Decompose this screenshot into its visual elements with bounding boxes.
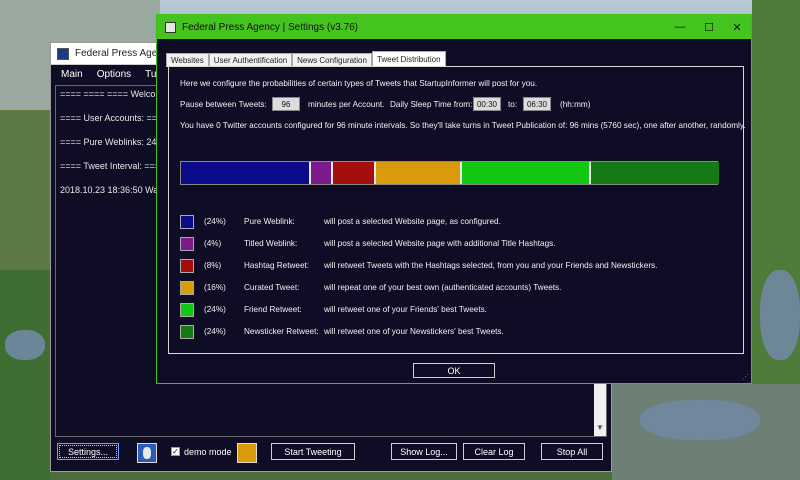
legend-percent: (8%) — [204, 261, 222, 270]
settings-window: Federal Press Agency | Settings (v3.76) … — [156, 14, 752, 384]
pause-unit: minutes per Account. — [308, 100, 385, 109]
stop-all-button[interactable]: Stop All — [541, 443, 603, 460]
sleep-to-label: to: — [508, 100, 518, 109]
status-color-indicator — [237, 443, 257, 463]
demo-mode-checkbox[interactable]: ✓ — [171, 447, 180, 456]
field-patch — [0, 270, 50, 480]
legend-description: will post a selected Website page with a… — [324, 239, 556, 248]
settings-window-titlebar[interactable]: Federal Press Agency | Settings (v3.76) … — [157, 15, 751, 39]
legend-type-name: Pure Weblink: — [244, 217, 295, 226]
legend-description: will retweet one of your Friends' best T… — [324, 305, 487, 314]
legend-description: will retweet one of your Newstickers' be… — [324, 327, 504, 336]
legend-row: (24%) Friend Retweet: will retweet one of … — [180, 303, 740, 319]
distribution-segment[interactable] — [589, 162, 719, 184]
tab-tweet-distribution[interactable]: Tweet Distribution — [371, 51, 446, 67]
pause-label: Pause between Tweets: — [180, 100, 267, 109]
menu-main[interactable]: Main — [61, 69, 83, 80]
legend-type-name: Hashtag Retweet: — [244, 261, 310, 270]
menu-options[interactable]: Options — [97, 69, 131, 80]
water-patch — [640, 400, 760, 440]
legend-swatch — [180, 303, 194, 317]
sleep-unit: (hh:mm) — [560, 100, 591, 109]
maximize-icon[interactable]: ☐ — [694, 15, 724, 39]
legend-percent: (24%) — [204, 217, 226, 226]
tweet-distribution-panel: Here we configure the probabilities of c… — [168, 66, 746, 354]
intro-text: Here we configure the probabilities of c… — [180, 79, 538, 88]
action-bar: Settings... ✓ demo mode Start Tweeting S… — [51, 443, 611, 467]
legend-row: (24%) Newsticker Retweet: will retweet one… — [180, 325, 740, 341]
ok-button[interactable]: OK — [413, 363, 495, 378]
avatar-figure — [143, 447, 151, 459]
legend-row: (8%) Hashtag Retweet: will retweet Tweets … — [180, 259, 740, 275]
distribution-divider-handle[interactable] — [459, 162, 462, 184]
distribution-divider-handle[interactable] — [309, 162, 312, 184]
sleep-to-input[interactable]: 06:30 — [523, 97, 551, 111]
legend-description: will post a selected Website page, as co… — [324, 217, 501, 226]
legend-description: will retweet Tweets with the Hashtags se… — [324, 261, 658, 270]
legend-swatch — [180, 259, 194, 273]
app-icon — [57, 47, 69, 60]
tab-websites[interactable]: Websites — [166, 53, 209, 67]
distribution-bar[interactable] — [180, 161, 719, 185]
demo-mode-label: demo mode — [184, 447, 232, 457]
distribution-segment[interactable] — [460, 162, 590, 184]
legend-swatch — [180, 215, 194, 229]
distribution-segment[interactable] — [374, 162, 461, 184]
legend-description: will repeat one of your best own (authen… — [324, 283, 562, 292]
legend-type-name: Curated Tweet: — [244, 283, 300, 292]
resize-grip-icon[interactable]: ⋰ — [742, 373, 749, 381]
sleep-label: Daily Sleep Time from: — [390, 100, 473, 109]
clear-log-button[interactable]: Clear Log — [463, 443, 525, 460]
distribution-segment[interactable] — [310, 162, 332, 184]
settings-tabs: Websites User Authentification News Conf… — [166, 51, 446, 67]
legend-percent: (24%) — [204, 327, 226, 336]
summary-text: You have 0 Twitter accounts configured f… — [180, 121, 746, 130]
distribution-segment[interactable] — [331, 162, 375, 184]
settings-window-title: Federal Press Agency | Settings (v3.76) — [182, 21, 359, 33]
legend-swatch — [180, 281, 194, 295]
scroll-down-icon[interactable]: ▼ — [596, 422, 604, 434]
distribution-divider-handle[interactable] — [373, 162, 376, 184]
legend-row: (4%) Titled Weblink: will post a selected … — [180, 237, 740, 253]
app-icon — [165, 21, 176, 33]
show-log-button[interactable]: Show Log... — [391, 443, 457, 460]
sleep-from-input[interactable]: 00:30 — [473, 97, 501, 111]
tab-news-configuration[interactable]: News Configuration — [292, 53, 372, 67]
minimize-icon[interactable]: — — [665, 15, 695, 39]
legend-type-name: Friend Retweet: — [244, 305, 302, 314]
close-icon[interactable]: ✕ — [722, 15, 752, 39]
legend-row: (24%) Pure Weblink: will post a selected W… — [180, 215, 740, 231]
legend-swatch — [180, 237, 194, 251]
avatar-icon[interactable] — [137, 443, 157, 463]
settings-button[interactable]: Settings... — [57, 443, 119, 460]
distribution-divider-handle[interactable] — [588, 162, 591, 184]
legend-row: (16%) Curated Tweet: will repeat one of yo… — [180, 281, 740, 297]
legend-type-name: Titled Weblink: — [244, 239, 298, 248]
legend-percent: (24%) — [204, 305, 226, 314]
legend-percent: (16%) — [204, 283, 226, 292]
distribution-divider-handle[interactable] — [330, 162, 333, 184]
water-patch — [5, 330, 45, 360]
tab-user-authentification[interactable]: User Authentification — [208, 53, 293, 67]
legend-type-name: Newsticker Retweet: — [244, 327, 319, 336]
legend-percent: (4%) — [204, 239, 222, 248]
start-tweeting-button[interactable]: Start Tweeting — [271, 443, 355, 460]
field-patch — [0, 110, 50, 270]
water-patch — [760, 270, 800, 360]
legend-swatch — [180, 325, 194, 339]
distribution-segment[interactable] — [181, 162, 311, 184]
pause-input[interactable]: 96 — [272, 97, 300, 111]
